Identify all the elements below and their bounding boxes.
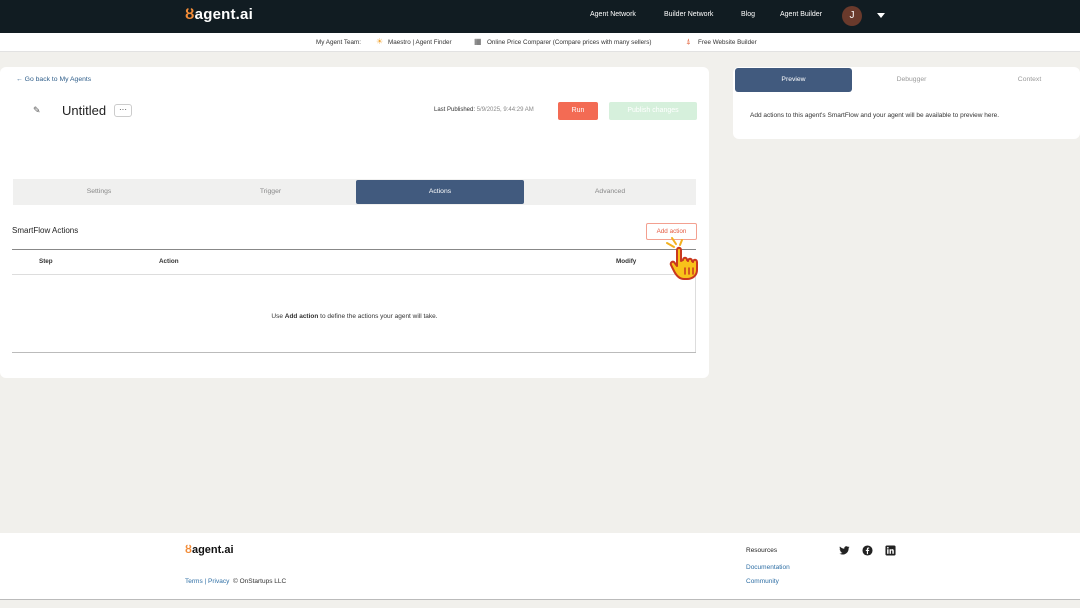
team-bar-label: My Agent Team:	[316, 39, 362, 46]
copyright: © OnStartups LLC	[232, 578, 287, 585]
linkedin-icon[interactable]	[885, 545, 896, 556]
editor-tabs: Settings Trigger Actions Advanced	[13, 179, 696, 205]
community-link[interactable]: Community	[746, 578, 779, 585]
footer-logo[interactable]: ȣagent.ai	[185, 544, 234, 556]
terms-link[interactable]: Terms	[185, 578, 203, 585]
last-published: Last Published: 5/9/2025, 9:44:29 AM	[434, 107, 534, 113]
run-button[interactable]: Run	[558, 102, 598, 120]
nav-builder-network[interactable]: Builder Network	[664, 11, 713, 18]
agent-title[interactable]: Untitled	[62, 103, 106, 118]
back-to-agents-link[interactable]: ← Go back to My Agents	[16, 76, 91, 83]
pointer-hand-cursor-icon	[666, 237, 698, 280]
column-header-step: Step	[39, 258, 53, 265]
tab-context[interactable]: Context	[971, 68, 1080, 92]
team-item-maestro[interactable]: Maestro | Agent Finder	[388, 39, 452, 46]
team-item-price-comparer[interactable]: Online Price Comparer (Compare prices wi…	[487, 39, 651, 46]
smartflow-actions-heading: SmartFlow Actions	[12, 226, 79, 235]
edit-pencil-icon[interactable]: ✎	[33, 105, 41, 116]
user-avatar[interactable]: J	[842, 6, 862, 26]
nav-agent-builder[interactable]: Agent Builder	[780, 11, 822, 18]
table-bottom-border	[12, 352, 696, 353]
rocket-icon: ⍋	[686, 37, 691, 46]
column-header-action: Action	[159, 258, 179, 265]
footer	[0, 533, 1080, 599]
page-bottom-edge	[0, 599, 1080, 608]
agent-editor-card	[0, 67, 709, 378]
top-navbar: ȣagent.ai Agent Network Builder Network …	[0, 0, 1080, 33]
twitter-icon[interactable]	[839, 545, 850, 556]
footer-legal: Terms | Privacy © OnStartups LLC	[185, 578, 287, 585]
facebook-icon[interactable]	[862, 545, 873, 556]
tab-debugger[interactable]: Debugger	[853, 68, 970, 92]
privacy-link[interactable]: Privacy	[208, 578, 229, 585]
team-item-website-builder[interactable]: Free Website Builder	[698, 39, 757, 46]
account-dropdown-caret-icon[interactable]	[877, 13, 885, 18]
table-top-border	[12, 249, 696, 250]
tab-trigger[interactable]: Trigger	[185, 179, 356, 205]
publish-changes-button[interactable]: Publish changes	[609, 102, 697, 120]
tab-actions[interactable]: Actions	[356, 180, 524, 204]
price-icon: ▦	[474, 37, 482, 46]
nav-blog[interactable]: Blog	[741, 11, 755, 18]
column-header-modify: Modify	[616, 258, 637, 265]
nav-agent-network[interactable]: Agent Network	[590, 11, 636, 18]
preview-empty-message: Add actions to this agent's SmartFlow an…	[750, 112, 1000, 119]
table-header-divider	[12, 274, 696, 275]
more-options-button[interactable]: ···	[114, 104, 132, 117]
agentai-logo[interactable]: ȣagent.ai	[185, 6, 253, 23]
tab-preview[interactable]: Preview	[735, 68, 852, 92]
resources-heading: Resources	[746, 547, 778, 554]
documentation-link[interactable]: Documentation	[746, 564, 790, 571]
my-agent-team-bar: My Agent Team: ☀ Maestro | Agent Finder …	[0, 33, 1080, 52]
empty-actions-message: Use Add action to define the actions you…	[271, 313, 438, 320]
sun-icon: ☀	[376, 37, 384, 46]
tab-advanced[interactable]: Advanced	[524, 179, 696, 205]
tab-settings[interactable]: Settings	[13, 179, 185, 205]
